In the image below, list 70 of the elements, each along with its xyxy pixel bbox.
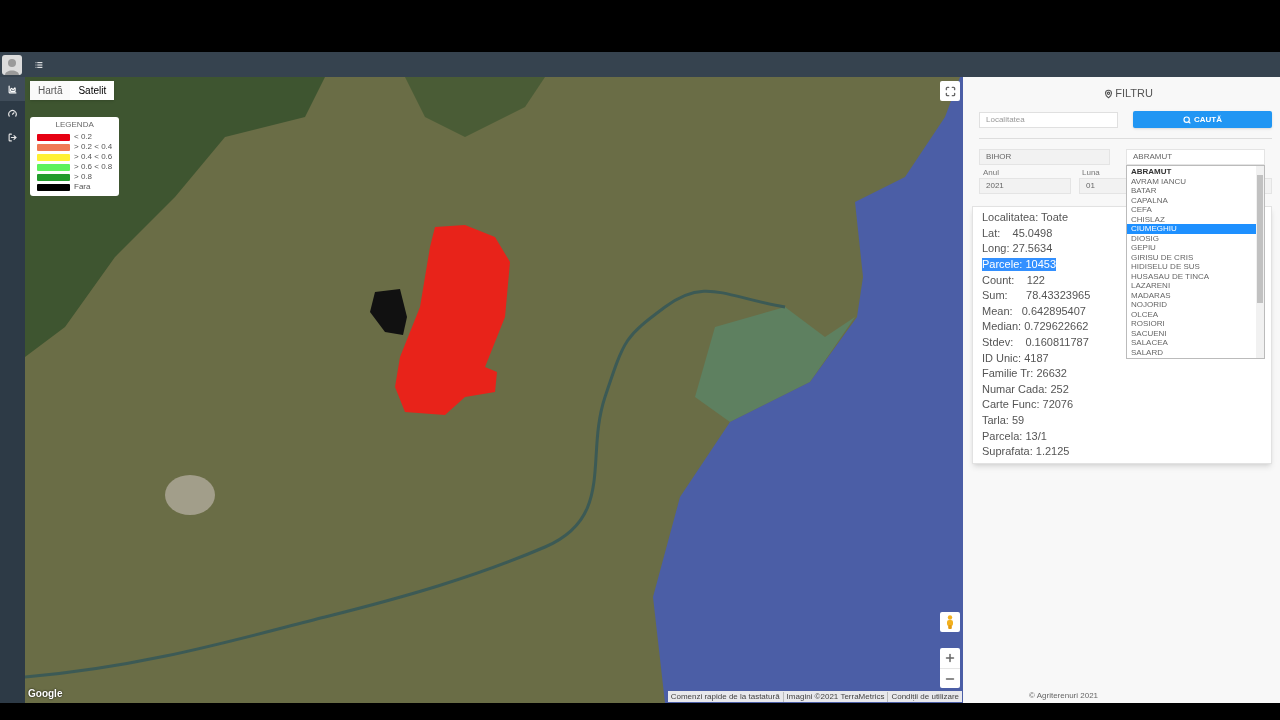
dropdown-option[interactable]: DIOSIG — [1127, 233, 1256, 243]
dropdown-option[interactable]: ABRAMUT — [1127, 167, 1256, 177]
search-icon — [1183, 115, 1191, 124]
dropdown-option[interactable]: GEPIU — [1127, 243, 1256, 253]
list-icon[interactable] — [35, 60, 43, 69]
dropdown-option[interactable]: SALACEA — [1127, 338, 1256, 348]
info-line: Sum: 78.43323965 — [982, 289, 1091, 303]
dropdown-option[interactable]: GIRISU DE CRIS — [1127, 252, 1256, 262]
locality-select[interactable]: ABRAMUT — [1126, 149, 1265, 165]
dropdown-option[interactable]: SACUENI — [1127, 328, 1256, 338]
dropdown-option[interactable]: OLCEA — [1127, 309, 1256, 319]
info-line: Carte Func: 72076 — [982, 398, 1074, 412]
city-area — [165, 475, 215, 515]
dropdown-option[interactable]: CAPALNA — [1127, 195, 1256, 205]
info-line: Mean: 0.642895407 — [982, 304, 1086, 318]
info-line: Familie Tr: 26632 — [982, 367, 1067, 381]
info-line: Lat: 45.0498 — [982, 226, 1053, 240]
gauge-icon — [8, 108, 17, 118]
dropdown-option[interactable]: MADARAS — [1127, 290, 1256, 300]
info-line: Count: 122 — [982, 273, 1045, 287]
logo-text: Google — [28, 688, 63, 700]
dropdown-option[interactable]: CEFA — [1127, 205, 1256, 215]
dropdown-option[interactable]: HUSASAU DE TINCA — [1127, 271, 1256, 281]
person-figure-icon — [946, 615, 954, 629]
dropdown-option[interactable]: HIDISELU DE SUS — [1127, 262, 1256, 272]
dropdown-option[interactable]: BATAR — [1127, 186, 1256, 196]
field-label: Luna — [1081, 168, 1100, 177]
legend-label: > 0.4 < 0.6 — [74, 152, 113, 162]
fullscreen-icon — [944, 85, 956, 97]
attribution-link[interactable]: Condiții de utilizare — [887, 691, 962, 702]
dropdown-option[interactable]: AVRAM IANCU — [1127, 176, 1256, 186]
map-type-tab[interactable]: Hartă — [30, 81, 71, 100]
map-pin-icon — [1104, 88, 1114, 99]
dropdown-option[interactable]: SALARD — [1127, 347, 1256, 357]
fullscreen-button[interactable] — [940, 81, 960, 101]
dropdown-option[interactable]: ROSIORI — [1127, 319, 1256, 329]
year-field[interactable]: 2021 — [979, 178, 1071, 194]
avatar-icon[interactable] — [2, 54, 22, 75]
dropdown-option[interactable]: CHISLAZ — [1127, 214, 1256, 224]
attribution-link[interactable]: Comenzi rapide de la tastatură — [667, 691, 783, 702]
footer-text: © Agriterenuri 2021 — [1029, 691, 1099, 700]
info-line: Median: 0.729622662 — [982, 320, 1089, 334]
dropdown-option[interactable]: NOJORID — [1127, 300, 1256, 310]
legend-label: > 0.2 < 0.4 — [74, 142, 113, 152]
panel-title: FILTRU — [1115, 87, 1153, 100]
locality-search-field[interactable]: Localitatea — [979, 111, 1118, 128]
info-line: Suprafata: 1.2125 — [982, 445, 1070, 459]
info-line: Stdev: 0.160811787 — [982, 336, 1089, 350]
satellite-map-background[interactable]: Hartă Satelit LEGENDA < 0.2 > 0.2 < 0.4 > 0.4 < 0.6 > 0.6 < 0.8 > 0.8 Fara Google Comenzi rapide de la tastatură Imagini ©2021 TerraMetrics Condiții de utilizare — [25, 77, 963, 703]
legend-label: > 0.6 < 0.8 — [74, 162, 113, 172]
info-line: Tarla: 59 — [982, 414, 1025, 427]
info-line: Long: 27.5634 — [982, 242, 1053, 256]
legend-label: > 0.8 — [74, 172, 92, 182]
info-line: Localitatea: Toate — [982, 211, 1069, 225]
logout-icon — [8, 132, 17, 142]
area-chart-icon — [8, 84, 17, 94]
plus-icon — [944, 652, 956, 664]
sidebar-item[interactable] — [0, 77, 25, 101]
scrollbar-thumb[interactable] — [1257, 175, 1263, 303]
info-line: ID Unic: 4187 — [982, 351, 1049, 365]
legend-label: < 0.2 — [74, 132, 92, 142]
legend-title: LEGENDA — [55, 120, 94, 130]
info-line: Parcela: 13/1 — [982, 429, 1047, 443]
attribution-link[interactable]: Imagini ©2021 TerraMetrics — [782, 691, 888, 702]
field-label: Anul — [982, 168, 999, 177]
dropdown-option[interactable]: LAZARENI — [1127, 281, 1256, 291]
map-type-tab[interactable]: Satelit — [70, 81, 115, 100]
legend-label: Fara — [74, 182, 91, 192]
county-select[interactable]: BIHOR — [979, 149, 1110, 165]
info-line: Numar Cada: 252 — [982, 382, 1069, 396]
